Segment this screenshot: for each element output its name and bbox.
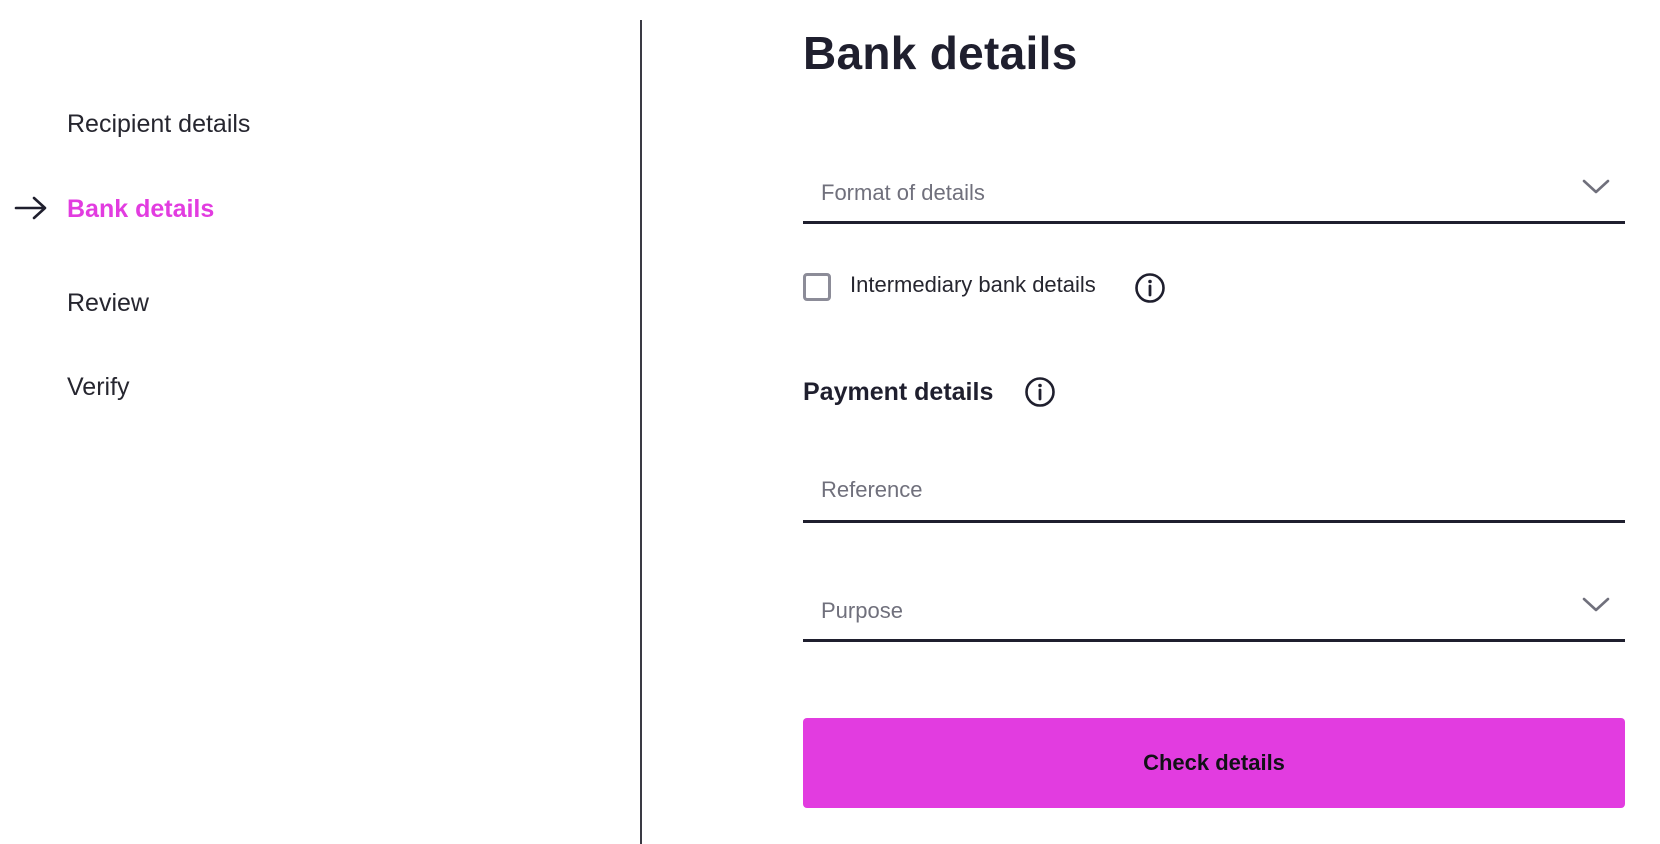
payment-info-icon[interactable] — [1024, 376, 1056, 408]
step-review[interactable]: Review — [67, 289, 149, 318]
format-of-details-placeholder: Format of details — [821, 180, 985, 205]
purpose-placeholder: Purpose — [821, 598, 903, 623]
reference-field[interactable] — [803, 459, 1625, 523]
step-verify[interactable]: Verify — [67, 373, 130, 402]
vertical-divider — [640, 20, 642, 844]
step-bank-details[interactable]: Bank details — [67, 195, 214, 224]
progress-stepper: Recipient details Bank details Review Ve… — [0, 0, 640, 844]
reference-input[interactable] — [803, 459, 1625, 520]
intermediary-bank-row: Intermediary bank details — [803, 270, 1203, 306]
info-icon[interactable] — [1134, 272, 1166, 304]
bank-details-form: Bank details Format of details Intermedi… — [803, 0, 1625, 844]
bank-details-page: Recipient details Bank details Review Ve… — [0, 0, 1660, 844]
step-recipient-details[interactable]: Recipient details — [67, 110, 250, 139]
intermediary-bank-label[interactable]: Intermediary bank details — [850, 272, 1096, 298]
chevron-down-icon — [1582, 597, 1610, 612]
page-title: Bank details — [803, 27, 1078, 79]
format-of-details-select[interactable]: Format of details — [803, 160, 1625, 224]
intermediary-bank-checkbox[interactable] — [803, 273, 831, 301]
chevron-down-icon — [1582, 179, 1610, 194]
check-details-button[interactable]: Check details — [803, 718, 1625, 808]
purpose-select[interactable]: Purpose — [803, 578, 1625, 642]
payment-details-heading: Payment details — [803, 378, 994, 406]
arrow-right-icon — [14, 196, 47, 220]
